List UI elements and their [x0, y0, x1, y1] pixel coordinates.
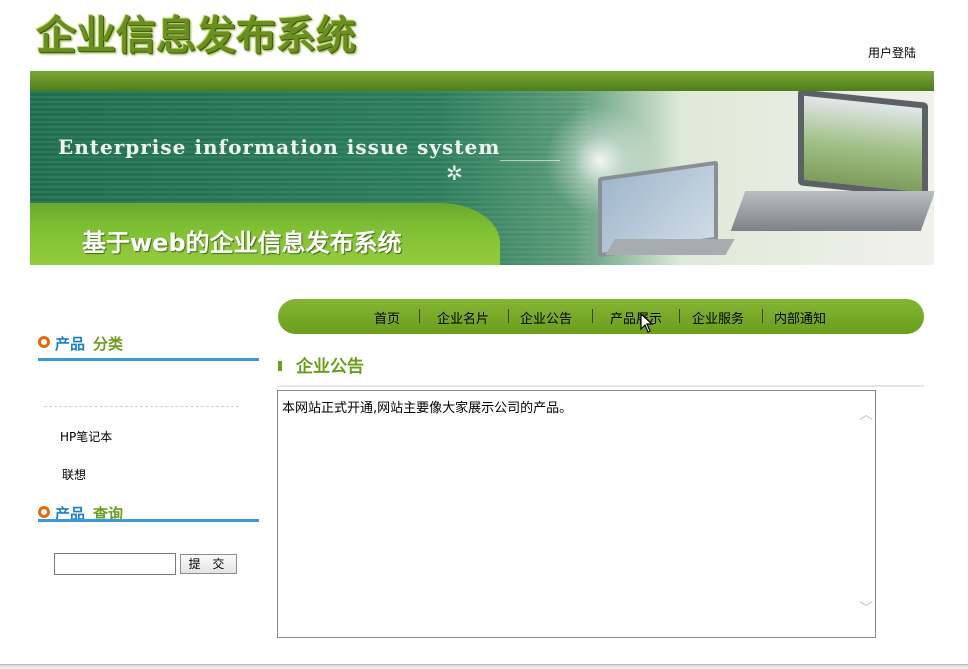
section-rule — [278, 385, 924, 387]
nav-item-internal-notice[interactable]: 内部通知 — [774, 308, 826, 327]
categories-dashed-divider — [44, 406, 239, 407]
categories-title-part-a: 产品 — [55, 335, 86, 353]
laptop-image-front-base — [730, 191, 934, 231]
bullet-circle-icon — [38, 336, 50, 348]
section-marker — [278, 361, 282, 371]
nav-item-company-card[interactable]: 企业名片 — [437, 308, 489, 327]
announcement-box[interactable]: 本网站正式开通,网站主要像大家展示公司的产品。 ︿ ﹀ — [277, 390, 876, 638]
product-search-input[interactable] — [54, 553, 176, 575]
gear-icon: ✲ — [446, 161, 463, 185]
bullet-circle-icon — [38, 506, 50, 518]
laptop-image-back-base — [605, 239, 735, 255]
nav-separator — [419, 309, 420, 323]
categories-rule — [38, 358, 259, 361]
nav-separator — [508, 309, 509, 323]
mouse-cursor-icon — [640, 313, 654, 333]
nav-item-products[interactable]: 产品展示 — [610, 308, 662, 327]
nav-item-services[interactable]: 企业服务 — [692, 308, 744, 327]
scroll-up-icon[interactable]: ︿ — [858, 407, 874, 423]
banner-chinese-subtitle: 基于web的企业信息发布系统 — [82, 229, 402, 257]
laptop-image-front — [798, 91, 928, 199]
section-title: 企业公告 — [296, 357, 364, 377]
category-item[interactable]: 联想 — [62, 466, 86, 483]
banner-top-stripe — [30, 71, 934, 91]
categories-title-part-b: 分类 — [93, 335, 124, 353]
nav-item-announcements[interactable]: 企业公告 — [520, 308, 572, 327]
site-logo: 企业信息发布系统 — [36, 13, 356, 59]
taskbar-strip — [0, 664, 968, 669]
banner-english-title: Enterprise information issue system — [58, 135, 501, 159]
submit-button[interactable]: 提 交 — [180, 554, 237, 574]
nav-item-home[interactable]: 首页 — [374, 308, 400, 327]
main-nav: 首页 企业名片 企业公告 产品展示 企业服务 内部通知 — [278, 299, 924, 334]
banner: Enterprise information issue system ✲ 基于… — [30, 91, 934, 265]
category-item[interactable]: HP笔记本 — [60, 428, 112, 445]
nav-separator — [592, 309, 593, 323]
nav-separator — [762, 309, 763, 323]
banner-divider — [500, 160, 560, 161]
announcement-text: 本网站正式开通,网站主要像大家展示公司的产品。 — [282, 401, 573, 416]
scroll-down-icon[interactable]: ﹀ — [858, 601, 874, 617]
login-link[interactable]: 用户登陆 — [868, 44, 916, 61]
nav-separator — [679, 309, 680, 323]
search-rule — [38, 519, 259, 522]
